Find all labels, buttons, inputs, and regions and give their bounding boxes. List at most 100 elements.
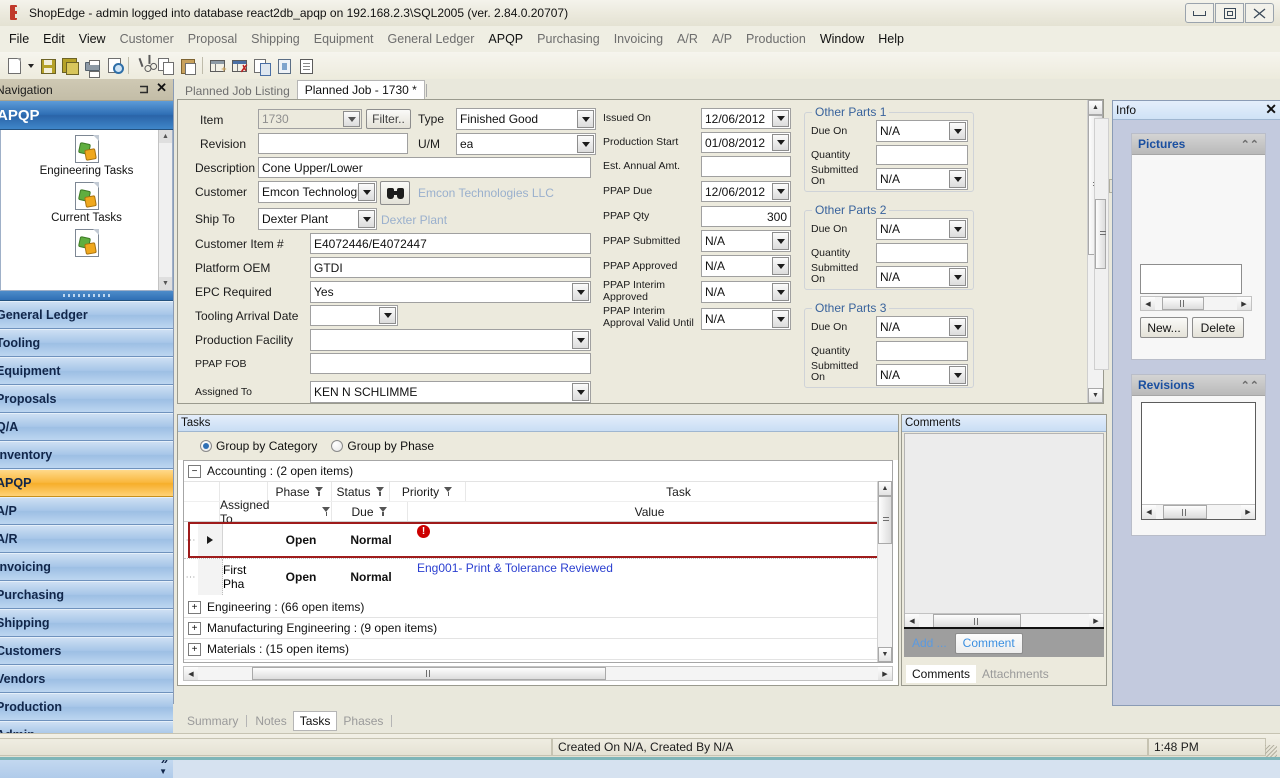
- row-indicator[interactable]: [198, 559, 223, 595]
- document-scroll-thumb[interactable]: [1095, 199, 1106, 269]
- picture-new-button[interactable]: New...: [1140, 317, 1188, 338]
- chevron-down-icon[interactable]: [572, 383, 589, 401]
- comments-hscrollbar[interactable]: ◀ ▶: [905, 613, 1103, 628]
- calendar-dropdown-icon[interactable]: [949, 122, 966, 140]
- new-button[interactable]: [3, 55, 24, 76]
- op1-due-on-input[interactable]: N/A: [876, 120, 968, 142]
- assigned-to-select[interactable]: KEN N SCHLIMME: [310, 381, 591, 403]
- scroll-left-button[interactable]: ◀: [905, 614, 919, 628]
- tab-phases[interactable]: Phases: [337, 712, 389, 730]
- revisions-card-header[interactable]: Revisions ⌃⌃: [1132, 375, 1265, 396]
- header-due[interactable]: Due: [332, 502, 408, 521]
- scroll-right-button[interactable]: ▶: [878, 667, 892, 680]
- nav-item-invoicing[interactable]: Invoicing: [0, 553, 173, 581]
- est-annual-amt-input[interactable]: [701, 156, 791, 177]
- scroll-left-button[interactable]: ◀: [1141, 297, 1155, 310]
- chevron-down-icon[interactable]: [577, 110, 594, 128]
- menu-general-ledger[interactable]: General Ledger: [381, 29, 482, 49]
- nav-item-qa[interactable]: Q/A: [0, 413, 173, 441]
- ppap-fob-input[interactable]: [310, 353, 591, 374]
- maximize-button[interactable]: [1215, 3, 1244, 23]
- expand-icon[interactable]: +: [188, 600, 201, 614]
- nav-item-production[interactable]: Production: [0, 693, 173, 721]
- calendar-dropdown-icon[interactable]: [379, 307, 396, 324]
- hscroll-thumb[interactable]: [252, 667, 606, 680]
- revision-input[interactable]: [258, 133, 408, 154]
- menu-proposal[interactable]: Proposal: [181, 29, 244, 49]
- close-button[interactable]: [1245, 3, 1274, 23]
- nav-shortcut-engineering-tasks[interactable]: Engineering Tasks: [1, 135, 172, 177]
- nav-item-inventory[interactable]: Inventory: [0, 441, 173, 469]
- menu-customer[interactable]: Customer: [113, 29, 181, 49]
- tab-planned-job-1730[interactable]: Planned Job - 1730 *: [296, 80, 425, 99]
- header-task[interactable]: Task: [466, 482, 892, 501]
- item-input[interactable]: 1730: [258, 109, 362, 129]
- op3-due-on-input[interactable]: N/A: [876, 316, 968, 338]
- header-assigned-to[interactable]: Assigned To: [220, 498, 332, 526]
- scroll-down-button[interactable]: ▼: [878, 647, 892, 662]
- table-row[interactable]: ⋯ Open Normal !: [184, 522, 892, 558]
- menu-help[interactable]: Help: [871, 29, 911, 49]
- op3-submitted-on-input[interactable]: N/A: [876, 364, 968, 386]
- platform-oem-input[interactable]: GTDI: [310, 257, 591, 278]
- op2-submitted-on-input[interactable]: N/A: [876, 266, 968, 288]
- calendar-dropdown-icon[interactable]: [772, 134, 789, 151]
- nav-item-customers[interactable]: Customers: [0, 637, 173, 665]
- radio-group-by-category[interactable]: Group by Category: [200, 439, 317, 453]
- save-all-button[interactable]: [59, 55, 80, 76]
- calendar-dropdown-icon[interactable]: [949, 220, 966, 238]
- scroll-left-button[interactable]: ◀: [184, 667, 198, 680]
- chevron-up-icon[interactable]: ⌃⌃: [1241, 138, 1259, 151]
- scroll-right-button[interactable]: ▶: [1237, 297, 1251, 310]
- menu-ar[interactable]: A/R: [670, 29, 705, 49]
- menu-window[interactable]: Window: [813, 29, 871, 49]
- menu-view[interactable]: View: [72, 29, 113, 49]
- scroll-up-button[interactable]: ▲: [1088, 100, 1103, 115]
- revisions-hscrollbar[interactable]: ◀ ▶: [1142, 504, 1255, 519]
- op2-due-on-input[interactable]: N/A: [876, 218, 968, 240]
- hscroll-track[interactable]: [198, 667, 878, 680]
- scroll-up-button[interactable]: ▲: [878, 481, 892, 496]
- comment-button[interactable]: Comment: [954, 632, 1023, 654]
- scroll-right-button[interactable]: ▶: [1241, 505, 1255, 519]
- pin-icon[interactable]: ⊐: [139, 82, 149, 96]
- tasks-grid-hscrollbar[interactable]: ◀ ▶: [183, 666, 893, 681]
- revisions-list[interactable]: ◀ ▶: [1141, 402, 1256, 520]
- calendar-dropdown-icon[interactable]: [949, 268, 966, 286]
- op2-quantity-input[interactable]: [876, 243, 968, 263]
- paste-button[interactable]: [177, 55, 198, 76]
- nav-item-tooling[interactable]: Tooling: [0, 329, 173, 357]
- tab-comments[interactable]: Comments: [906, 665, 977, 683]
- calendar-dropdown-icon[interactable]: [772, 183, 789, 200]
- pictures-card-header[interactable]: Pictures ⌃⌃: [1132, 134, 1265, 155]
- navigation-splitter[interactable]: [0, 291, 173, 301]
- copy-button[interactable]: [155, 55, 176, 76]
- calendar-dropdown-icon[interactable]: [949, 170, 966, 188]
- hscroll-thumb[interactable]: [1161, 297, 1205, 310]
- header-priority[interactable]: Priority: [390, 482, 466, 501]
- edit-note-button[interactable]: [295, 55, 316, 76]
- um-select[interactable]: ea: [456, 133, 596, 155]
- menu-shipping[interactable]: Shipping: [244, 29, 307, 49]
- menu-purchasing[interactable]: Purchasing: [530, 29, 607, 49]
- task-group-engineering[interactable]: + Engineering : (66 open items): [184, 597, 892, 618]
- ship-to-input[interactable]: Dexter Plant: [258, 208, 377, 230]
- calendar-dropdown-icon[interactable]: [772, 310, 789, 328]
- calendar-dropdown-icon[interactable]: [772, 257, 789, 275]
- print-preview-button[interactable]: [103, 55, 124, 76]
- collapse-icon[interactable]: −: [188, 464, 201, 478]
- add-comment-label[interactable]: Add ...: [912, 636, 947, 650]
- menu-edit[interactable]: Edit: [36, 29, 72, 49]
- chevron-down-icon[interactable]: [572, 331, 589, 349]
- nav-shortcut-third[interactable]: [1, 229, 172, 259]
- chevron-down-icon[interactable]: [572, 283, 589, 301]
- nav-item-equipment[interactable]: Equipment: [0, 357, 173, 385]
- calendar-dropdown-icon[interactable]: [772, 110, 789, 127]
- menu-production[interactable]: Production: [739, 29, 813, 49]
- nav-item-shipping[interactable]: Shipping: [0, 609, 173, 637]
- description-input[interactable]: Cone Upper/Lower: [258, 157, 591, 178]
- save-button[interactable]: [37, 55, 58, 76]
- scroll-left-button[interactable]: ◀: [1142, 505, 1156, 519]
- expand-icon[interactable]: +: [188, 642, 201, 656]
- ppap-due-input[interactable]: 12/06/2012: [701, 181, 791, 202]
